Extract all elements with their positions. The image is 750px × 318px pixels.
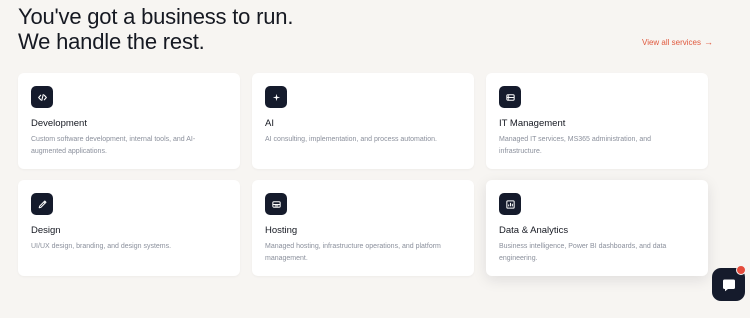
- service-description: Custom software development, internal to…: [31, 136, 196, 155]
- service-title: Hosting: [265, 225, 298, 236]
- sparkle-icon: [265, 86, 287, 108]
- code-icon: [31, 86, 53, 108]
- view-all-label: View all services: [642, 38, 701, 47]
- service-title: IT Management: [499, 118, 566, 129]
- service-description: Business intelligence, Power BI dashboar…: [499, 243, 667, 262]
- arrow-right-icon: →: [703, 37, 713, 47]
- service-description: Managed IT services, MS365 administratio…: [499, 136, 652, 155]
- service-title: AI: [265, 118, 274, 129]
- service-card-it-management[interactable]: IT Management Managed IT services, MS365…: [486, 73, 708, 169]
- hero-headline: You've got a business to run. We handle …: [18, 4, 293, 54]
- hero-line-1: You've got a business to run.: [18, 4, 294, 29]
- service-card-hosting[interactable]: Hosting Managed hosting, infrastructure …: [252, 180, 474, 276]
- bar-chart-icon: [499, 193, 521, 215]
- service-card-ai[interactable]: AI AI consulting, implementation, and pr…: [252, 73, 474, 169]
- service-title: Data & Analytics: [499, 225, 569, 236]
- service-description: AI consulting, implementation, and proce…: [265, 136, 437, 143]
- notification-dot-icon: [736, 265, 746, 275]
- service-description: UI/UX design, branding, and design syste…: [31, 243, 172, 250]
- service-description: Managed hosting, infrastructure operatio…: [265, 243, 441, 262]
- pen-icon: [31, 193, 53, 215]
- chat-icon: [722, 279, 735, 291]
- view-all-services-link[interactable]: View all services →: [642, 37, 713, 48]
- service-title: Design: [31, 225, 61, 236]
- hosting-icon: [265, 193, 287, 215]
- server-icon: [499, 86, 521, 108]
- service-card-data-analytics[interactable]: Data & Analytics Business intelligence, …: [486, 180, 708, 276]
- service-card-development[interactable]: Development Custom software development,…: [18, 73, 240, 169]
- service-card-design[interactable]: Design UI/UX design, branding, and desig…: [18, 180, 240, 276]
- service-title: Development: [31, 118, 87, 129]
- hero-line-2: We handle the rest.: [18, 29, 205, 54]
